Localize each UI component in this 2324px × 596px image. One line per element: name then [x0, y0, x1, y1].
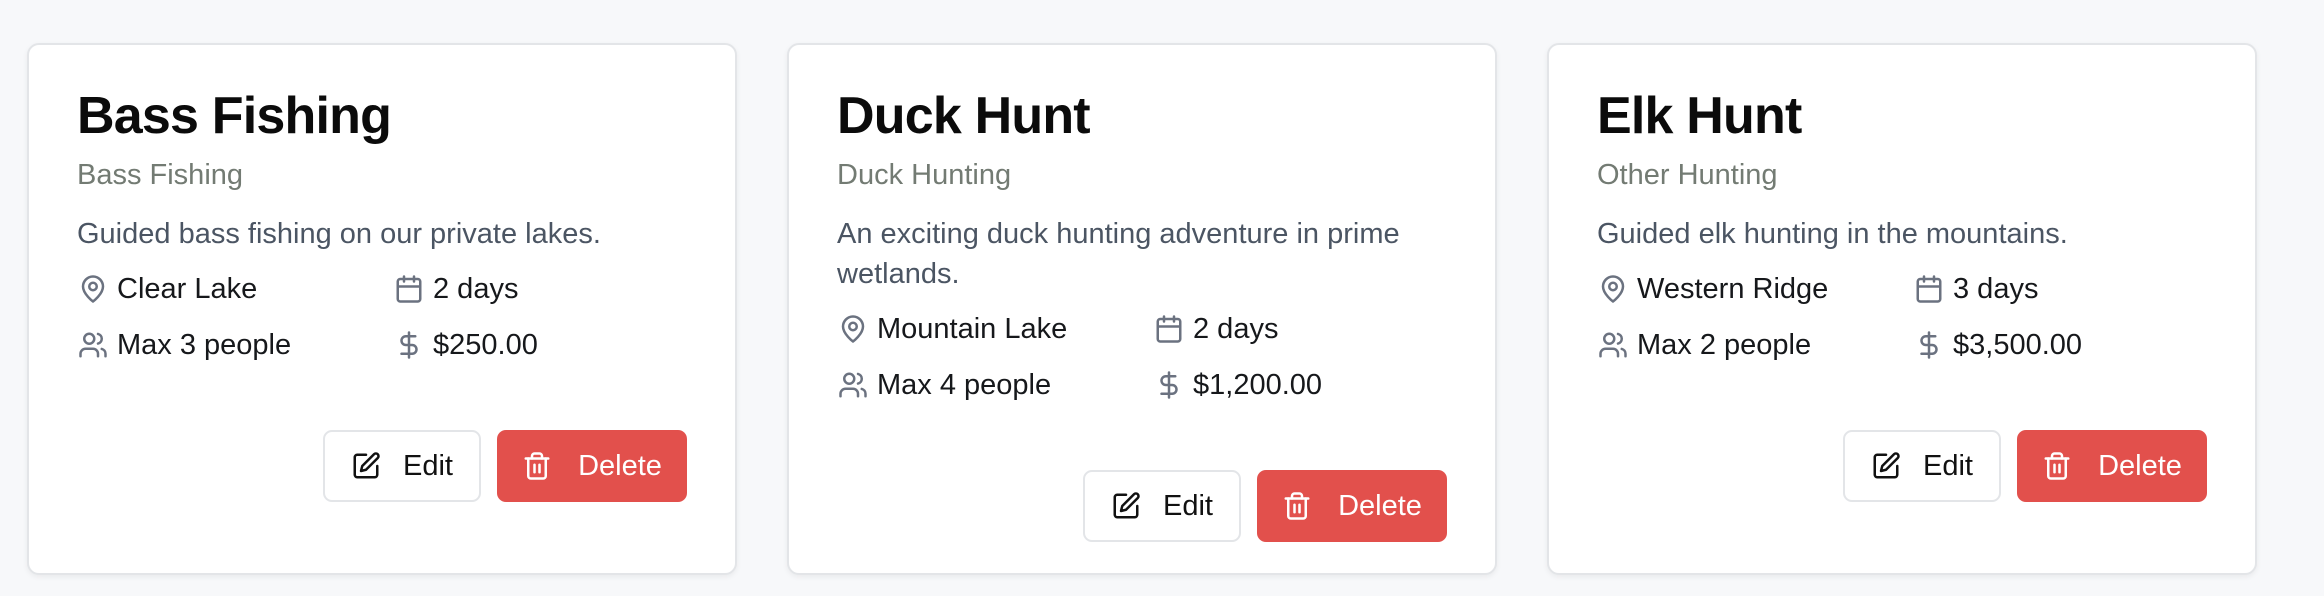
price-text: $250.00	[433, 329, 538, 361]
edit-button[interactable]: Edit	[323, 430, 481, 502]
edit-icon	[1873, 452, 1900, 479]
card-details: Western Ridge 3 days Max 2 people $3,500…	[1597, 268, 2207, 366]
dollar-sign-icon	[1913, 329, 1945, 361]
duration-detail: 2 days	[1153, 308, 1433, 350]
location-detail: Mountain Lake	[837, 308, 1153, 350]
map-pin-icon	[1597, 273, 1629, 305]
trip-card: Duck Hunt Duck Hunting An exciting duck …	[787, 43, 1497, 575]
location-text: Western Ridge	[1637, 273, 1829, 305]
location-text: Clear Lake	[117, 273, 258, 305]
delete-label: Delete	[578, 449, 662, 482]
duration-text: 3 days	[1953, 273, 2039, 305]
price-detail: $250.00	[393, 324, 673, 366]
delete-button[interactable]: Delete	[1257, 470, 1447, 542]
calendar-icon	[1153, 313, 1185, 345]
price-text: $1,200.00	[1193, 369, 1323, 401]
trip-card: Elk Hunt Other Hunting Guided elk huntin…	[1547, 43, 2257, 575]
calendar-icon	[1913, 273, 1945, 305]
card-title: Elk Hunt	[1597, 87, 1802, 145]
card-description: An exciting duck hunting adventure in pr…	[837, 218, 1400, 290]
edit-icon	[353, 452, 380, 479]
card-category: Bass Fishing	[77, 159, 244, 191]
card-details: Mountain Lake 2 days Max 4 people $1,200…	[837, 308, 1447, 406]
duration-text: 2 days	[1193, 313, 1279, 345]
card-actions: Edit Delete	[1843, 430, 2207, 502]
capacity-text: Max 3 people	[117, 329, 292, 361]
card-actions: Edit Delete	[323, 430, 687, 502]
card-description: Guided elk hunting in the mountains.	[1597, 218, 2068, 250]
delete-button[interactable]: Delete	[497, 430, 687, 502]
map-pin-icon	[77, 273, 109, 305]
card-description: Guided bass fishing on our private lakes…	[77, 218, 601, 250]
capacity-text: Max 2 people	[1637, 329, 1812, 361]
edit-label: Edit	[1163, 489, 1213, 522]
dollar-sign-icon	[393, 329, 425, 361]
trash-icon	[2044, 452, 2070, 480]
card-title: Bass Fishing	[77, 87, 392, 145]
map-pin-icon	[837, 313, 869, 345]
price-detail: $1,200.00	[1153, 364, 1433, 406]
card-title: Duck Hunt	[837, 87, 1091, 145]
price-text: $3,500.00	[1953, 329, 2083, 361]
location-detail: Western Ridge	[1597, 268, 1913, 310]
delete-label: Delete	[1338, 489, 1422, 522]
dollar-sign-icon	[1153, 369, 1185, 401]
edit-button[interactable]: Edit	[1843, 430, 2001, 502]
trip-card: Bass Fishing Bass Fishing Guided bass fi…	[27, 43, 737, 575]
card-actions: Edit Delete	[1083, 470, 1447, 542]
capacity-detail: Max 4 people	[837, 364, 1153, 406]
location-detail: Clear Lake	[77, 268, 393, 310]
delete-button[interactable]: Delete	[2017, 430, 2207, 502]
capacity-detail: Max 2 people	[1597, 324, 1913, 366]
duration-detail: 3 days	[1913, 268, 2193, 310]
trash-icon	[524, 452, 550, 480]
calendar-icon	[393, 273, 425, 305]
card-category: Other Hunting	[1597, 159, 1778, 191]
edit-label: Edit	[1923, 449, 1973, 482]
trash-icon	[1284, 492, 1310, 520]
duration-text: 2 days	[433, 273, 519, 305]
edit-label: Edit	[403, 449, 453, 482]
duration-detail: 2 days	[393, 268, 673, 310]
card-details: Clear Lake 2 days Max 3 people $250.00	[77, 268, 687, 366]
users-icon	[77, 329, 109, 361]
edit-icon	[1113, 492, 1140, 519]
card-category: Duck Hunting	[837, 159, 1012, 191]
trip-card-grid: Bass Fishing Bass Fishing Guided bass fi…	[0, 0, 2324, 596]
capacity-detail: Max 3 people	[77, 324, 393, 366]
capacity-text: Max 4 people	[877, 369, 1052, 401]
users-icon	[1597, 329, 1629, 361]
location-text: Mountain Lake	[877, 313, 1068, 345]
edit-button[interactable]: Edit	[1083, 470, 1241, 542]
users-icon	[837, 369, 869, 401]
price-detail: $3,500.00	[1913, 324, 2193, 366]
delete-label: Delete	[2098, 449, 2182, 482]
